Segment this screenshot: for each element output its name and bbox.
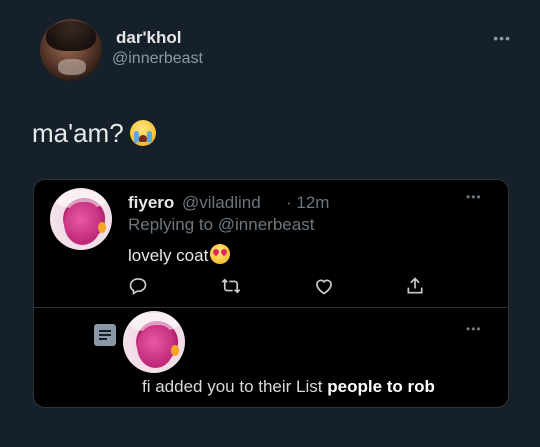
reply-author-handle[interactable]: @viladlind [182,193,261,213]
author-avatar[interactable] [40,19,102,81]
tweet-body: ma'am? [32,118,124,148]
tweet-text: ma'am? [32,118,156,149]
list-name-link[interactable]: people to rob [327,377,435,396]
replying-to[interactable]: Replying to @innerbeast [128,215,314,235]
like-icon[interactable] [314,276,334,296]
list-owner-avatar[interactable] [123,311,185,373]
reply-author-name[interactable]: fiyero [128,193,174,213]
more-horizontal-icon[interactable]: ••• [466,190,482,204]
notification-prefix: fi added you to their List [142,377,323,396]
share-icon[interactable] [405,276,425,296]
heart-eyes-emoji [210,244,231,264]
loudly-crying-face-emoji [129,120,156,146]
more-horizontal-icon[interactable]: ••• [493,30,511,46]
author-handle[interactable]: @innerbeast [112,50,203,68]
retweet-icon[interactable] [220,276,242,296]
list-notification-text[interactable]: fi added you to their List people to rob [142,377,435,397]
reply-text: lovely coat [128,244,231,266]
more-horizontal-icon[interactable]: ••• [466,322,482,336]
reply-body: lovely coat [128,246,209,265]
reply-timestamp[interactable]: · 12m [286,193,329,213]
author-name[interactable]: dar'khol [116,28,181,48]
list-icon [94,324,116,346]
divider [34,307,508,308]
reply-author-avatar[interactable] [50,188,112,250]
reply-icon[interactable] [128,276,148,296]
